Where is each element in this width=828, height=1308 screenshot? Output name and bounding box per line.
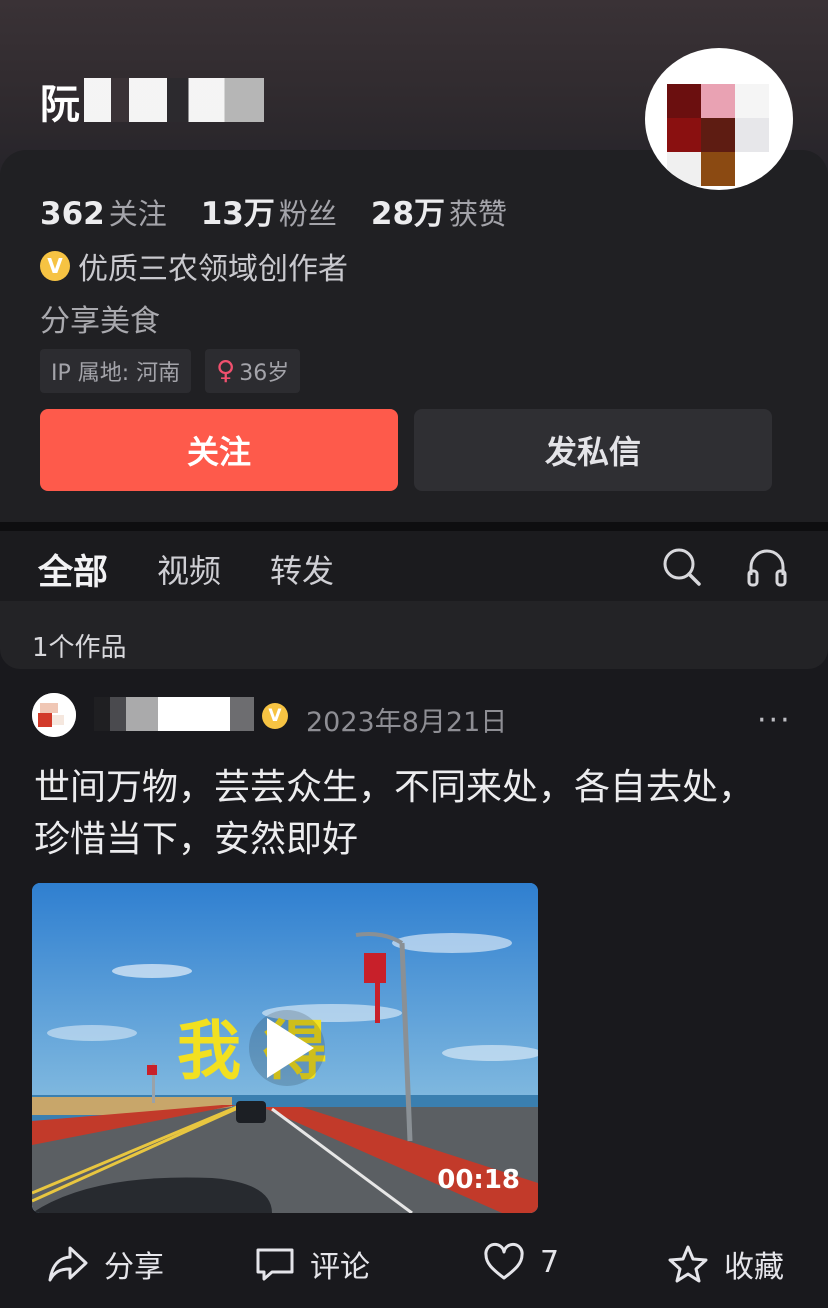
stat-followers[interactable]: 13万 粉丝 (201, 188, 337, 233)
post-verified-badge-icon: V (262, 703, 288, 729)
stat-likes-label: 获赞 (449, 197, 508, 231)
star-icon (668, 1245, 708, 1283)
profile-name: 阮 (40, 82, 81, 128)
video-thumbnail[interactable]: 我 得 00:18 (32, 883, 538, 1213)
headphones-icon[interactable] (745, 545, 789, 589)
share-label: 分享 (104, 1250, 164, 1285)
stat-followers-label: 粉丝 (278, 197, 337, 231)
post-date: 2023年8月21日 (306, 707, 508, 738)
follow-button[interactable]: 关注 (40, 409, 398, 491)
stat-following[interactable]: 362 关注 (40, 191, 167, 233)
ip-location-tag: IP 属地: 河南 (40, 349, 192, 393)
stat-likes-count: 28万 (370, 196, 446, 232)
profile-stats: 362 关注 13万 粉丝 28万 获赞 (40, 188, 507, 233)
verification-row[interactable]: V 优质三农领域创作者 (40, 244, 348, 288)
share-button[interactable]: 分享 (46, 1242, 164, 1286)
profile-name-redaction (84, 78, 264, 122)
share-icon (48, 1246, 88, 1282)
heart-icon (484, 1242, 524, 1280)
works-count: 1个作品 (32, 633, 127, 663)
stat-following-label: 关注 (108, 197, 167, 231)
profile-bio: 分享美食 (40, 304, 160, 339)
comment-label: 评论 (310, 1250, 370, 1285)
ip-location-text: IP 属地: 河南 (51, 361, 181, 386)
post-text: 世间万物，芸芸众生，不同来处，各自去处，珍惜当下，安然即好 (34, 767, 755, 860)
age-tag: ♀ 36岁 (205, 349, 301, 393)
verified-title: 优质三农领域创作者 (78, 252, 348, 287)
profile-avatar[interactable] (645, 48, 793, 190)
verified-badge-icon: V (40, 251, 70, 281)
comment-icon (256, 1248, 294, 1281)
stat-following-count: 362 (40, 196, 105, 232)
video-duration: 00:18 (437, 1165, 520, 1195)
stat-followers-count: 13万 (200, 196, 275, 232)
search-icon[interactable] (660, 545, 704, 589)
post-author-name-redaction[interactable] (94, 697, 254, 731)
female-icon: ♀ (216, 356, 236, 386)
profile-tags: IP 属地: 河南 ♀ 36岁 (40, 349, 301, 393)
favorite-label: 收藏 (724, 1250, 784, 1285)
section-divider (0, 522, 828, 531)
favorite-button[interactable]: 收藏 (666, 1242, 784, 1286)
message-button[interactable]: 发私信 (414, 409, 772, 491)
like-button[interactable]: 7 (482, 1242, 559, 1282)
age-text: 36岁 (239, 361, 290, 386)
more-options-icon[interactable]: ··· (757, 703, 792, 738)
post-author-avatar[interactable] (32, 693, 76, 737)
tab-videos[interactable]: 视频 (157, 546, 221, 592)
tab-reposts[interactable]: 转发 (270, 546, 334, 592)
video-scene: 我 得 (32, 883, 538, 1213)
like-count: 7 (540, 1244, 560, 1280)
comment-button[interactable]: 评论 (254, 1242, 370, 1286)
stat-likes[interactable]: 28万 获赞 (371, 188, 507, 233)
tab-all[interactable]: 全部 (38, 544, 108, 595)
